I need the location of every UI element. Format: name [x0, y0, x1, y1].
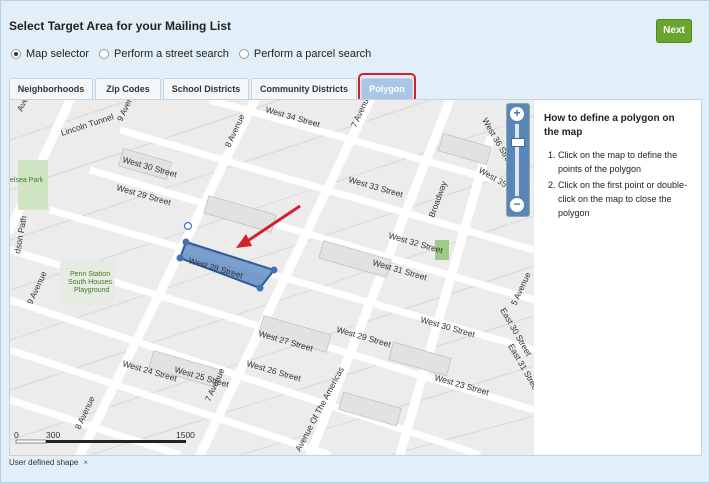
park-label: South Houses: [68, 279, 112, 286]
tab-school-districts[interactable]: School Districts: [163, 78, 249, 99]
zoom-in-button[interactable]: +: [510, 107, 524, 121]
street-map[interactable]: West 34 Street West 33 Street West 32 St…: [10, 100, 534, 455]
radio-selected-icon: [11, 49, 21, 59]
remove-shape-icon[interactable]: ×: [83, 458, 88, 467]
radio-parcel-search[interactable]: Perform a parcel search: [238, 48, 372, 60]
radio-unselected-icon: [238, 49, 249, 59]
radio-unselected-icon: [98, 49, 109, 59]
page-title: Select Target Area for your Mailing List: [9, 19, 232, 33]
tab-zip-codes[interactable]: Zip Codes: [95, 78, 161, 99]
scale-label: 300: [46, 430, 60, 440]
polygon-start-point[interactable]: [183, 221, 193, 231]
radio-label: Perform a street search: [113, 48, 229, 60]
selection-footer: User defined shape ×: [9, 458, 88, 467]
instructions-panel: How to define a polygon on the map Click…: [534, 99, 702, 456]
instructions-heading: How to define a polygon on the map: [544, 113, 675, 138]
zoom-slider-track[interactable]: [515, 124, 519, 196]
map-view[interactable]: West 34 Street West 33 Street West 32 St…: [9, 99, 535, 456]
tab-neighborhoods[interactable]: Neighborhoods: [9, 78, 93, 99]
zoom-slider-handle[interactable]: [511, 138, 525, 147]
next-button[interactable]: Next: [656, 19, 692, 43]
radio-street-search[interactable]: Perform a street search: [98, 48, 229, 60]
park-label: Penn Station: [70, 271, 110, 278]
radio-map-selector[interactable]: Map selector: [11, 48, 89, 60]
park-label: elsea Park: [10, 177, 44, 184]
selector-mode-radios: Map selector Perform a street search Per…: [11, 48, 381, 60]
zoom-out-button[interactable]: −: [510, 198, 524, 212]
radio-label: Perform a parcel search: [253, 48, 372, 60]
scale-label: 1500: [176, 430, 195, 440]
scale-label: 0: [14, 430, 19, 440]
mailing-list-panel: Select Target Area for your Mailing List…: [0, 0, 710, 483]
park-label: Playground: [74, 287, 110, 294]
selection-label: User defined shape: [9, 458, 79, 467]
instruction-step: Click on the map to define the points of…: [558, 148, 693, 176]
radio-label: Map selector: [26, 48, 89, 60]
instructions-list: Click on the map to define the points of…: [534, 148, 701, 220]
tab-community-districts[interactable]: Community Districts: [251, 78, 357, 99]
instruction-step: Click on the first point or double-click…: [558, 178, 693, 220]
zoom-control[interactable]: + −: [506, 103, 530, 217]
